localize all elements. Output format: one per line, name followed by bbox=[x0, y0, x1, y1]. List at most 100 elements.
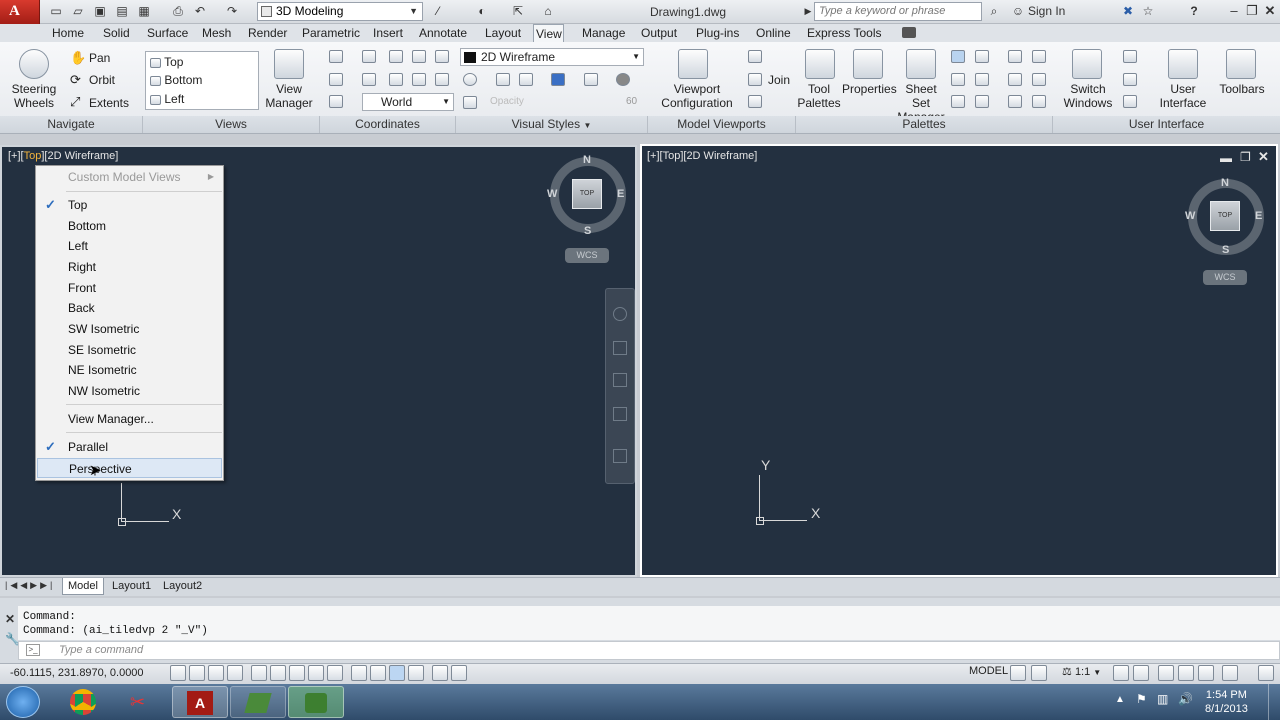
layer-palette-icon[interactable] bbox=[975, 50, 989, 63]
pan-button[interactable]: Pan bbox=[89, 51, 110, 65]
nav-showmotion-icon[interactable] bbox=[613, 449, 627, 463]
tab-solid[interactable]: Solid bbox=[101, 24, 132, 42]
view-item-bottom[interactable]: Bottom bbox=[150, 73, 202, 87]
infer-constraints-icon[interactable] bbox=[170, 665, 186, 681]
object-snap-tracking-icon[interactable] bbox=[308, 665, 324, 681]
viewcube-top-face-right[interactable]: TOP bbox=[1210, 201, 1240, 231]
view-manager-button[interactable]: View Manager bbox=[262, 82, 316, 110]
navigation-bar[interactable] bbox=[605, 288, 635, 484]
switch-windows-button[interactable]: Switch Windows bbox=[1060, 82, 1116, 110]
coordinates-readout[interactable]: -60.1115, 231.8970, 0.0000 bbox=[10, 667, 144, 679]
nav-zoom-icon[interactable] bbox=[613, 373, 627, 387]
menu-item-parallel[interactable]: ✓ Parallel bbox=[37, 437, 222, 457]
visual-style-dropdown[interactable]: 2D Wireframe ▼ bbox=[460, 48, 644, 66]
3d-object-snap-icon[interactable] bbox=[289, 665, 305, 681]
workspace-switching-icon[interactable] bbox=[1158, 665, 1174, 681]
cursor-icon[interactable]: ⇱ bbox=[510, 4, 526, 19]
menu-custom-model-views[interactable]: Custom Model Views ▶ bbox=[37, 167, 222, 187]
ucs-origin-icon[interactable] bbox=[362, 50, 376, 63]
material-sphere-icon[interactable] bbox=[616, 73, 630, 86]
transparency-icon[interactable] bbox=[389, 665, 405, 681]
menu-item-left[interactable]: Left bbox=[37, 236, 222, 256]
view-item-left[interactable]: Left bbox=[150, 92, 184, 106]
star-icon[interactable]: ☆ bbox=[1140, 4, 1156, 19]
toolbars-button[interactable]: Toolbars bbox=[1216, 82, 1268, 96]
ucs-3point-icon[interactable] bbox=[435, 73, 449, 86]
xray-icon[interactable] bbox=[584, 73, 598, 86]
compass-east[interactable]: E bbox=[617, 188, 624, 200]
nav-pan-icon[interactable] bbox=[613, 341, 627, 355]
plot-icon[interactable]: ▦ bbox=[136, 4, 152, 19]
render-palette-icon[interactable] bbox=[1008, 95, 1022, 108]
xref-icon[interactable] bbox=[1008, 50, 1022, 63]
tab-manage[interactable]: Manage bbox=[580, 24, 627, 42]
hardware-acceleration-icon[interactable] bbox=[1198, 665, 1214, 681]
command-prompt-icon[interactable]: >_ bbox=[26, 644, 40, 656]
share-icon[interactable]: ⌂ bbox=[540, 4, 556, 19]
polar-tracking-icon[interactable] bbox=[251, 665, 267, 681]
join-button[interactable]: Join bbox=[768, 73, 790, 87]
layout-tab-layout1[interactable]: Layout1 bbox=[107, 578, 156, 595]
compass-north[interactable]: N bbox=[583, 154, 591, 166]
ucs-settings-icon[interactable] bbox=[329, 95, 343, 108]
steering-wheel-icon[interactable] bbox=[19, 49, 49, 79]
action-center-flag-icon[interactable]: ⚑ bbox=[1136, 692, 1147, 706]
auto-scale-icon[interactable] bbox=[1133, 665, 1149, 681]
ucs-dropdown[interactable]: World ▼ bbox=[362, 93, 454, 111]
user-interface-icon[interactable] bbox=[1168, 49, 1198, 79]
viewport-minimize-icon[interactable]: ▬ bbox=[1220, 151, 1232, 165]
quick-view-layouts-icon[interactable] bbox=[1010, 665, 1026, 681]
model-space-toggle[interactable]: MODEL bbox=[969, 665, 1008, 677]
design-center-icon[interactable] bbox=[951, 50, 965, 63]
viewport-right[interactable]: [+][Top][2D Wireframe] ▬ ❐ ✕ TOP N S E W… bbox=[640, 144, 1278, 577]
dynamic-input-icon[interactable] bbox=[351, 665, 367, 681]
taskbar-camtasia[interactable] bbox=[230, 686, 286, 718]
ucs-named-icon[interactable] bbox=[329, 73, 343, 86]
sheet-set-manager-icon[interactable] bbox=[906, 49, 936, 79]
viewport-configuration-icon[interactable] bbox=[678, 49, 708, 79]
workspace-dropdown[interactable]: 3D Modeling ▼ bbox=[257, 2, 423, 21]
pan-hand-icon[interactable]: ✋ bbox=[70, 50, 86, 66]
exchange-icon[interactable]: ✖ bbox=[1120, 4, 1136, 19]
dynamic-ucs-icon[interactable] bbox=[327, 665, 343, 681]
tab-parametric[interactable]: Parametric bbox=[300, 24, 362, 42]
sign-in-link[interactable]: Sign In bbox=[1028, 4, 1065, 18]
match-properties-icon[interactable]: ⁄ bbox=[430, 4, 446, 19]
close-button[interactable]: ✕ bbox=[1256, 0, 1280, 22]
new-file-icon[interactable]: ▭ bbox=[48, 4, 64, 19]
windows-start-button[interactable] bbox=[6, 686, 40, 718]
dbconnect-icon[interactable] bbox=[951, 95, 965, 108]
ucs-view-icon[interactable] bbox=[389, 73, 403, 86]
ucs-icon[interactable] bbox=[329, 50, 343, 63]
tab-online[interactable]: Online bbox=[754, 24, 793, 42]
isolate-objects-icon[interactable] bbox=[1222, 665, 1238, 681]
lights-icon[interactable] bbox=[1008, 73, 1022, 86]
advanced-render-icon[interactable] bbox=[1032, 95, 1046, 108]
nav-orbit-icon[interactable] bbox=[613, 407, 627, 421]
nav-steering-wheel-icon[interactable] bbox=[613, 307, 627, 321]
ucs-x-icon[interactable] bbox=[389, 50, 403, 63]
views-list[interactable]: Top Bottom Left bbox=[145, 51, 259, 110]
taskbar-recorder[interactable] bbox=[288, 686, 344, 718]
menu-item-perspective[interactable]: Perspective bbox=[37, 458, 222, 478]
menu-item-bottom[interactable]: Bottom bbox=[37, 216, 222, 236]
viewport-controls-label[interactable]: [+][Top][2D Wireframe] bbox=[8, 150, 118, 162]
network-icon[interactable]: ▥ bbox=[1157, 692, 1168, 706]
save-icon[interactable]: ▣ bbox=[92, 4, 108, 19]
properties-button[interactable]: Properties bbox=[842, 82, 897, 96]
binoculars-icon[interactable]: ⌕ bbox=[986, 4, 1002, 19]
menu-item-sw-isometric[interactable]: SW Isometric bbox=[37, 319, 222, 339]
tab-surface[interactable]: Surface bbox=[145, 24, 190, 42]
tab-annotate[interactable]: Annotate bbox=[417, 24, 469, 42]
clean-screen-icon[interactable] bbox=[1258, 665, 1274, 681]
ucs-y-icon[interactable] bbox=[412, 50, 426, 63]
ucs-previous-icon[interactable] bbox=[362, 73, 376, 86]
tile-vertical-icon[interactable] bbox=[1123, 73, 1137, 86]
tab-express-tools[interactable]: Express Tools bbox=[805, 24, 883, 42]
menu-item-nw-isometric[interactable]: NW Isometric bbox=[37, 381, 222, 401]
ribbon-minimize-icon[interactable] bbox=[902, 27, 916, 38]
restore-viewport-icon[interactable] bbox=[748, 95, 762, 108]
view-manager-icon[interactable] bbox=[274, 49, 304, 79]
object-snap-icon[interactable] bbox=[270, 665, 286, 681]
shadow-icon[interactable] bbox=[519, 73, 533, 86]
